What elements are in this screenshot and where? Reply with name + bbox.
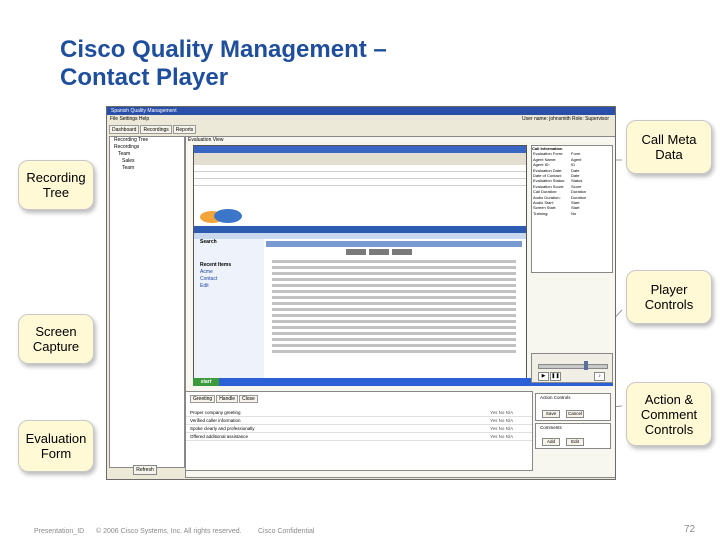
player-controls: ▶ ❚❚ ♪ [531, 353, 613, 383]
playback-slider-thumb[interactable] [584, 361, 588, 370]
crm-text-line [272, 338, 516, 341]
tab-dashboard[interactable]: Dashboard [109, 125, 140, 134]
crm-header [194, 206, 526, 226]
tab-recordings[interactable]: Recordings [140, 125, 172, 134]
crm-text-line [272, 278, 516, 281]
crm-text-line [272, 266, 516, 269]
tree-header: Recording Tree [114, 137, 149, 143]
action-comment-controls: Action Controls Save Cancel Comments Add… [533, 391, 613, 469]
answer-options[interactable]: Yes No N/A [490, 417, 513, 424]
action-controls-box: Action Controls Save Cancel [535, 393, 611, 421]
crm-text-line [272, 296, 516, 299]
volume-icon[interactable]: ♪ [594, 372, 605, 381]
footer-copyright: © 2006 Cisco Systems, Inc. All rights re… [96, 528, 242, 535]
crm-recent-link[interactable]: Edit [194, 283, 264, 290]
application-screenshot: Spanish Quality Management File Settings… [106, 106, 616, 480]
form-tabs: Greeting Handle Close [186, 395, 532, 403]
crm-buttons [266, 249, 522, 257]
crm-recent-items: Recent Items [200, 262, 232, 268]
question-row: Verified caller information Yes No N/A [186, 417, 532, 425]
comment-controls-box: Comments Add Edit [535, 423, 611, 449]
footer-confidential: Cisco Confidential [258, 528, 315, 535]
capture-grid [194, 165, 526, 186]
add-comment-button[interactable]: Add [542, 438, 560, 446]
screen-capture-window: Search Recent Items Acme Contact Edit [193, 145, 527, 383]
crm-nav-bar[interactable] [194, 226, 526, 233]
question-row: Spoke clearly and professionally Yes No N… [186, 425, 532, 433]
grid-row [194, 179, 526, 186]
callout-call-meta-data: Call Meta Data [626, 120, 712, 174]
crm-button[interactable] [369, 249, 389, 255]
tree-item[interactable]: Recordings [110, 144, 184, 151]
answer-options[interactable]: Yes No N/A [490, 425, 513, 432]
question-row: Proper company greeting Yes No N/A [186, 409, 532, 417]
playback-slider-track[interactable] [538, 364, 608, 369]
crm-recent-link[interactable]: Contact [194, 276, 264, 283]
pause-icon[interactable]: ❚❚ [550, 372, 561, 381]
callout-evaluation-form: Evaluation Form [18, 420, 94, 472]
form-tab[interactable]: Handle [216, 395, 239, 403]
play-icon[interactable]: ▶ [538, 372, 549, 381]
callout-action-comment-controls: Action & Comment Controls [626, 382, 712, 446]
crm-text-line [272, 308, 516, 311]
user-info: User name: johnsmith Role: Supervisor [522, 116, 609, 122]
crm-text-line [272, 332, 516, 335]
crm-search-label: Search [200, 239, 217, 245]
edit-comment-button[interactable]: Edit [566, 438, 584, 446]
crm-text-line [272, 260, 516, 263]
tab-reports[interactable]: Reports [172, 125, 197, 134]
evaluation-view-title: Evaluation View [188, 137, 224, 143]
answer-options[interactable]: Yes No N/A [490, 433, 513, 440]
call-meta-panel: Call Information Evaluation Form: Form Ag… [531, 145, 613, 273]
capture-toolbar [194, 153, 526, 165]
form-tab[interactable]: Close [239, 395, 258, 403]
crm-logo [200, 209, 242, 223]
crm-button[interactable] [346, 249, 366, 255]
crm-text-line [272, 350, 516, 353]
refresh-button[interactable]: Refresh [133, 465, 157, 475]
grid-row [194, 165, 526, 172]
question-row: Offered additional assistance Yes No N/A [186, 433, 532, 441]
recording-tree-panel: Recording Tree Recordings Team Sales Tea… [109, 136, 185, 468]
meta-row: Training: No [533, 210, 577, 216]
callout-recording-tree: Recording Tree [18, 160, 94, 210]
crm-section-header [266, 241, 522, 247]
cancel-button[interactable]: Cancel [566, 410, 584, 418]
tree-item[interactable]: Team [110, 151, 184, 158]
answer-options[interactable]: Yes No N/A [490, 409, 513, 416]
question-list: Proper company greeting Yes No N/A Verifi… [186, 409, 532, 441]
capture-title-bar [194, 146, 526, 153]
crm-text-line [272, 344, 516, 347]
evaluation-form: Greeting Handle Close Proper company gre… [185, 391, 533, 471]
crm-text-line [272, 272, 516, 275]
crm-text-line [272, 302, 516, 305]
page-number: 72 [684, 524, 696, 535]
footer-presentation-id: Presentation_ID [34, 528, 85, 535]
crm-text-line [272, 290, 516, 293]
crm-detail [266, 241, 522, 377]
start-button[interactable]: start [193, 378, 219, 386]
crm-text-line [272, 314, 516, 317]
form-tab[interactable]: Greeting [190, 395, 216, 403]
action-title: Action Controls [540, 395, 571, 400]
callout-player-controls: Player Controls [626, 270, 712, 324]
crm-text-line [272, 320, 516, 323]
crm-recent-link[interactable]: Acme [194, 269, 264, 276]
comment-title: Comments [540, 425, 562, 430]
app-tabs: Dashboard Recordings Reports [109, 125, 197, 134]
crm-text-line [272, 284, 516, 287]
save-button[interactable]: Save [542, 410, 560, 418]
app-title-bar: Spanish Quality Management [107, 107, 615, 115]
crm-text-line [272, 326, 516, 329]
callout-screen-capture: Screen Capture [18, 314, 94, 364]
crm-button[interactable] [392, 249, 412, 255]
grid-row [194, 172, 526, 179]
crm-sidebar: Search Recent Items Acme Contact Edit [194, 239, 264, 379]
tree-item[interactable]: Sales [110, 158, 184, 165]
tree-item[interactable]: Team [110, 165, 184, 172]
